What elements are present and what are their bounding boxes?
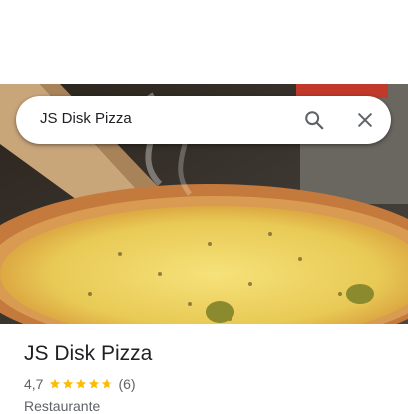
review-count[interactable]: (6) <box>118 376 135 392</box>
place-category: Restaurante <box>24 398 101 414</box>
search-button[interactable] <box>300 106 328 134</box>
star-icon <box>63 378 74 389</box>
place-title: JS Disk Pizza <box>24 342 153 365</box>
close-icon <box>358 113 372 127</box>
search-icon <box>305 111 324 130</box>
star-icon <box>89 378 100 389</box>
top-blank-area <box>0 0 408 84</box>
close-button[interactable] <box>351 106 379 134</box>
rating-stars <box>49 378 114 390</box>
star-icon <box>50 378 61 389</box>
star-icon <box>102 378 113 389</box>
star-icon <box>76 378 87 389</box>
search-bar[interactable]: JS Disk Pizza <box>16 96 391 144</box>
place-info: JS Disk Pizza 4,7 (6) Restaurante <box>24 340 394 414</box>
search-input[interactable]: JS Disk Pizza <box>40 110 132 127</box>
rating-row[interactable]: 4,7 (6) <box>24 376 394 392</box>
rating-value: 4,7 <box>24 376 44 392</box>
